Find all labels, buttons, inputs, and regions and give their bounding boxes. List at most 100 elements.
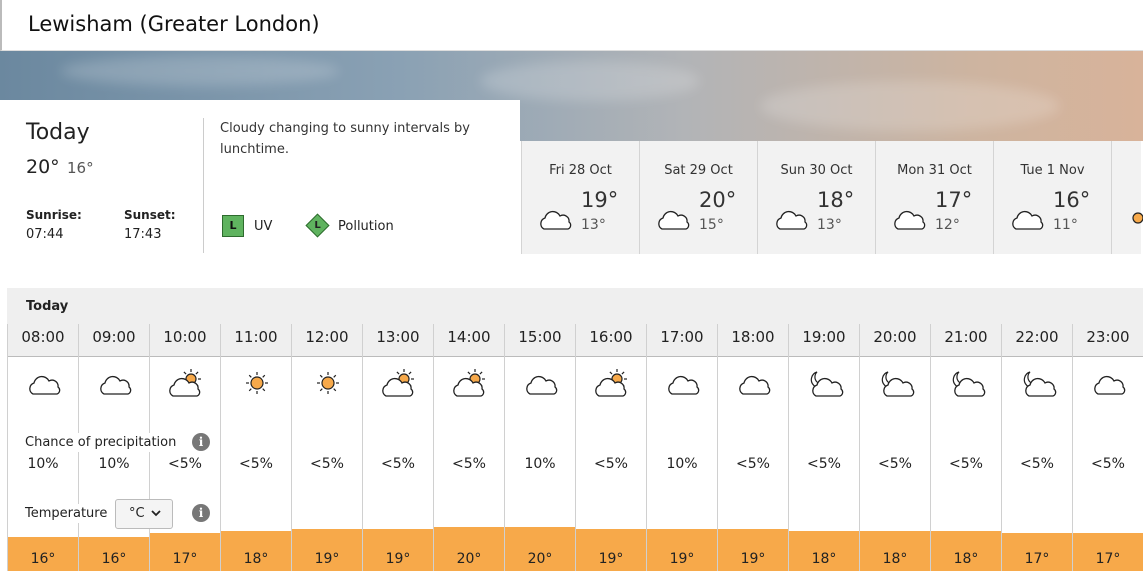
sunny-intervals-icon xyxy=(451,368,489,402)
hour-time: 14:00 xyxy=(447,328,491,346)
precip-chance: <5% xyxy=(310,456,344,472)
hour-temp: 20° xyxy=(527,551,553,567)
sun-icon xyxy=(1126,203,1143,237)
day-low-temp: 13° xyxy=(817,217,842,233)
precip-chance: 10% xyxy=(524,456,556,472)
day-tab[interactable]: Mon 31 Oct 17° 12° xyxy=(875,141,993,254)
hour-time: 23:00 xyxy=(1086,328,1130,346)
hour-time: 22:00 xyxy=(1015,328,1059,346)
hour-column[interactable]: 20:00 <5% 18° xyxy=(859,324,930,571)
hourly-forecast: Today 08:00 10% 16° 09:00 10% 16° 10:00 <5… xyxy=(7,288,1143,571)
hour-column[interactable]: 21:00 <5% 18° xyxy=(930,324,1001,571)
precip-chance: <5% xyxy=(1020,456,1054,472)
cloud-icon xyxy=(96,368,134,402)
hour-time: 20:00 xyxy=(873,328,917,346)
precip-chance: <5% xyxy=(381,456,415,472)
day-name: Sat 29 Oct xyxy=(664,163,733,178)
weather-description: Cloudy changing to sunny intervals by lu… xyxy=(220,121,470,157)
cloud-icon xyxy=(536,203,574,237)
hour-time: 11:00 xyxy=(234,328,278,346)
today-high-temp: 20° xyxy=(26,156,60,178)
location-title: Lewisham (Greater London) xyxy=(28,12,320,36)
hour-column[interactable]: 14:00 <5% 20° xyxy=(433,324,504,571)
temp-info-icon[interactable]: i xyxy=(192,504,210,522)
hour-column[interactable]: 22:00 <5% 17° xyxy=(1001,324,1072,571)
day-tab[interactable]: Fri 28 Oct 19° 13° xyxy=(521,141,639,254)
hour-column[interactable]: 16:00 <5% 19° xyxy=(575,324,646,571)
cloud-icon xyxy=(654,203,692,237)
sun-icon xyxy=(238,368,276,402)
day-low-temp: 12° xyxy=(935,217,960,233)
cloud-icon xyxy=(664,368,702,402)
hour-time: 12:00 xyxy=(305,328,349,346)
day-name: Sun 30 Oct xyxy=(780,163,853,178)
precip-chance: <5% xyxy=(949,456,983,472)
hour-column[interactable]: 23:00 <5% 17° xyxy=(1072,324,1143,571)
day-tab[interactable]: Sun 30 Oct 18° 13° xyxy=(757,141,875,254)
day-low-temp: 15° xyxy=(699,217,724,233)
hour-column[interactable]: 17:00 10% 19° xyxy=(646,324,717,571)
cloud-icon xyxy=(772,203,810,237)
precip-chance: <5% xyxy=(452,456,486,472)
hour-column[interactable]: 19:00 <5% 18° xyxy=(788,324,859,571)
precip-chance: <5% xyxy=(239,456,273,472)
hour-column[interactable]: 12:00 <5% 19° xyxy=(291,324,362,571)
cloud-icon xyxy=(1090,368,1128,402)
sunny-intervals-icon xyxy=(167,368,205,402)
precip-chance: <5% xyxy=(594,456,628,472)
precip-chance: 10% xyxy=(27,456,59,472)
day-tab-partial[interactable] xyxy=(1111,141,1143,254)
cloud-icon xyxy=(522,368,560,402)
today-low-temp: 16° xyxy=(67,159,94,177)
partly-cloudy-night-icon xyxy=(877,368,915,402)
precip-chance: <5% xyxy=(168,456,202,472)
precip-chance: 10% xyxy=(98,456,130,472)
hour-time: 19:00 xyxy=(802,328,846,346)
cloud-icon xyxy=(25,368,63,402)
hour-column[interactable]: 15:00 10% 20° xyxy=(504,324,575,571)
precip-chance: 10% xyxy=(666,456,698,472)
precip-info-icon[interactable]: i xyxy=(192,433,210,451)
hour-temp: 19° xyxy=(598,551,624,567)
hour-temp: 16° xyxy=(101,551,127,567)
hour-temp: 17° xyxy=(1024,551,1050,567)
hour-time: 15:00 xyxy=(518,328,562,346)
daily-forecast-tabs: Fri 28 Oct 19° 13° Sat 29 Oct 20° 15° Sun … xyxy=(521,141,1143,254)
cloud-icon xyxy=(890,203,928,237)
day-name: Mon 31 Oct xyxy=(897,163,972,178)
partly-cloudy-night-icon xyxy=(806,368,844,402)
hour-temp: 16° xyxy=(30,551,56,567)
temp-unit-select[interactable]: °C xyxy=(115,499,173,529)
hour-column[interactable]: 18:00 <5% 19° xyxy=(717,324,788,571)
temp-unit-value: °C xyxy=(129,506,145,521)
precip-row-label: Chance of precipitation xyxy=(22,433,180,452)
cloud-icon xyxy=(735,368,773,402)
today-summary-card[interactable]: Today 20° 16° Sunrise: 07:44 Sunset: 17:… xyxy=(0,100,520,254)
hour-time: 09:00 xyxy=(92,328,136,346)
hour-temp: 17° xyxy=(1095,551,1121,567)
hour-temp: 19° xyxy=(669,551,695,567)
uv-badge[interactable]: L xyxy=(222,215,244,237)
day-tab[interactable]: Sat 29 Oct 20° 15° xyxy=(639,141,757,254)
precip-chance: <5% xyxy=(807,456,841,472)
day-high-temp: 19° xyxy=(581,188,619,212)
hour-time: 18:00 xyxy=(731,328,775,346)
chevron-down-icon xyxy=(151,510,161,517)
hour-temp: 18° xyxy=(811,551,837,567)
day-name: Fri 28 Oct xyxy=(549,163,612,178)
hour-time: 10:00 xyxy=(163,328,207,346)
today-label: Today xyxy=(26,120,90,145)
hour-column[interactable]: 13:00 <5% 19° xyxy=(362,324,433,571)
hour-temp: 19° xyxy=(385,551,411,567)
hour-column[interactable]: 11:00 <5% 18° xyxy=(220,324,291,571)
day-high-temp: 20° xyxy=(699,188,737,212)
cloud-icon xyxy=(1008,203,1046,237)
hour-time: 16:00 xyxy=(589,328,633,346)
day-tab[interactable]: Tue 1 Nov 16° 11° xyxy=(993,141,1111,254)
sunrise-label: Sunrise: xyxy=(26,208,82,222)
hour-temp: 20° xyxy=(456,551,482,567)
hour-temp: 17° xyxy=(172,551,198,567)
partly-cloudy-night-icon xyxy=(948,368,986,402)
day-high-temp: 18° xyxy=(817,188,855,212)
day-low-temp: 13° xyxy=(581,217,606,233)
